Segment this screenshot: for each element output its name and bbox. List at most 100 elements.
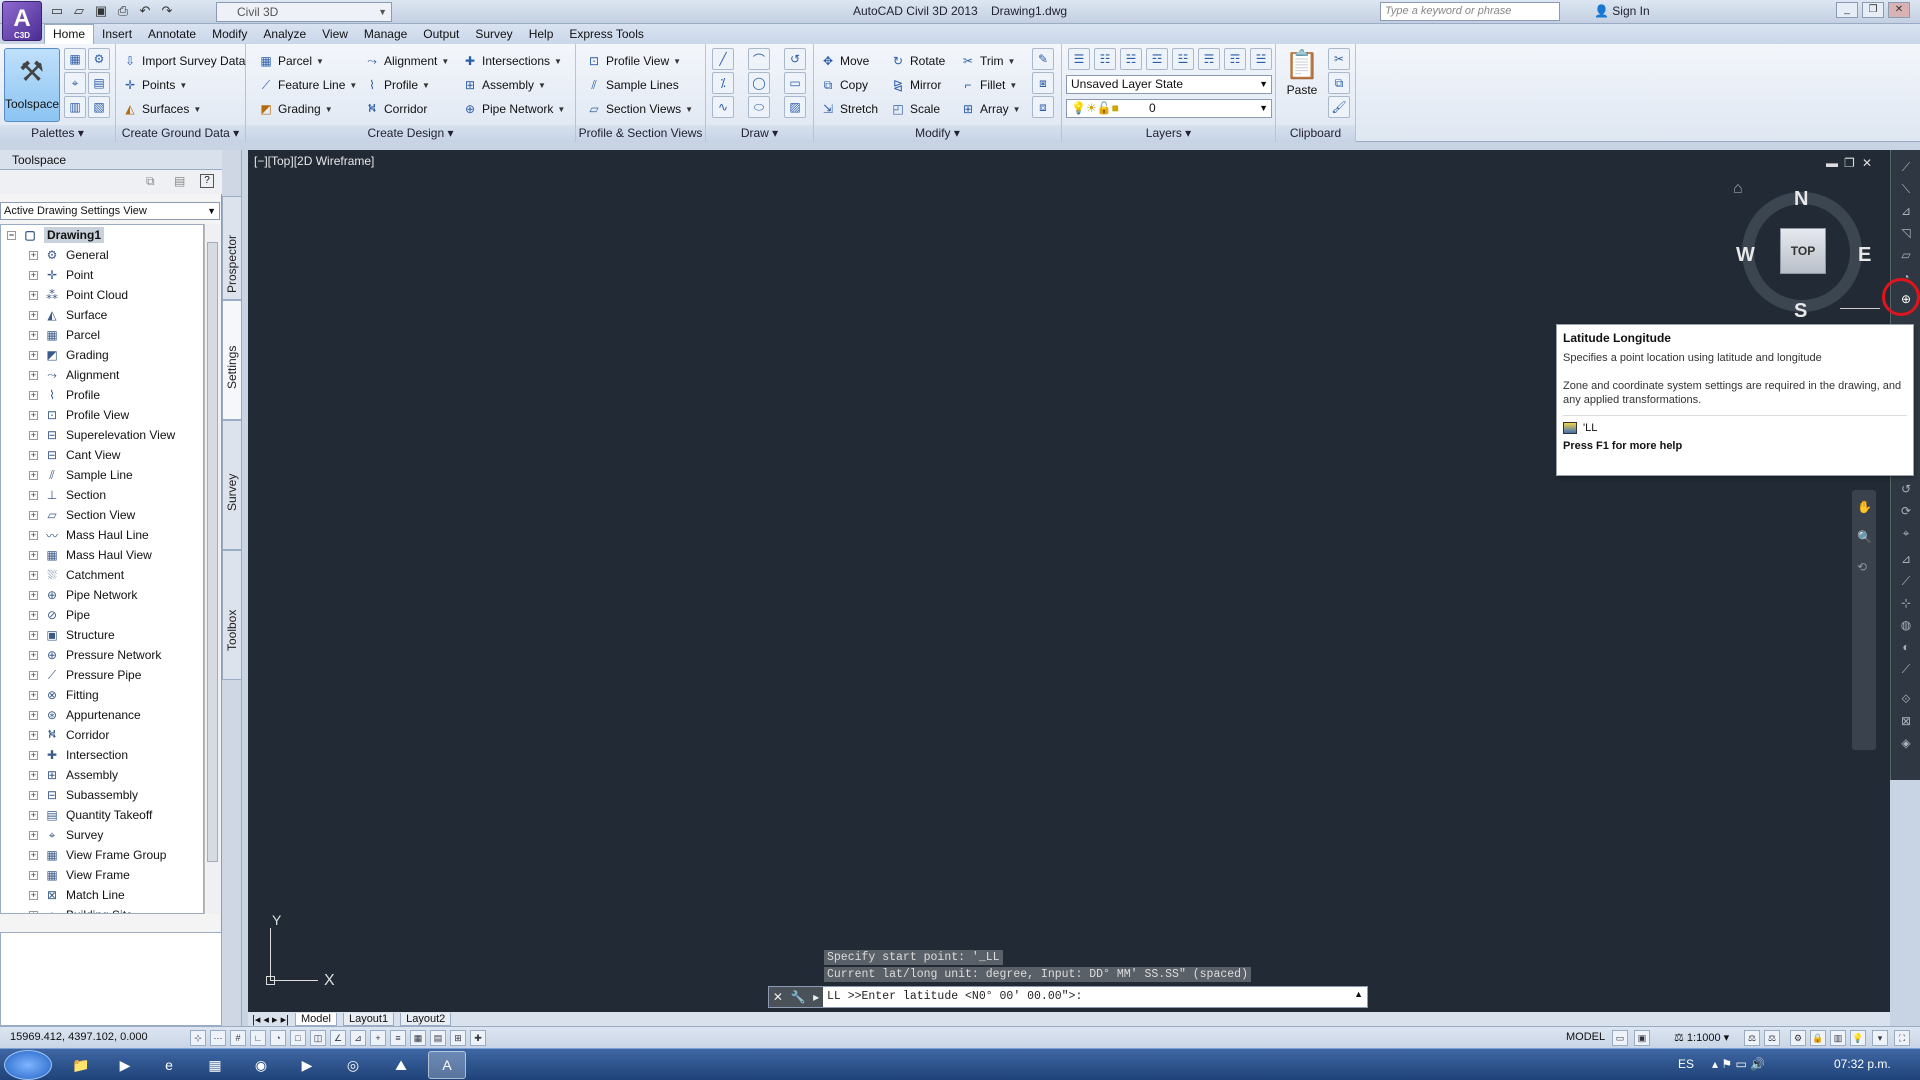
intersections-button[interactable]: ✚ Intersections ▼: [462, 50, 562, 72]
expand-icon[interactable]: +: [29, 370, 38, 380]
tab-toolbox[interactable]: Toolbox: [222, 550, 242, 680]
expand-icon[interactable]: +: [29, 670, 38, 680]
infer-constraints-icon[interactable]: ⊹: [190, 1030, 206, 1046]
app-icon[interactable]: ▶: [288, 1051, 326, 1079]
help-icon[interactable]: ?: [200, 174, 214, 188]
tree-item-quantity-takeoff[interactable]: + ▤ Quantity Takeoff: [29, 805, 152, 825]
offset-icon[interactable]: ⧈: [1032, 96, 1054, 118]
copy-button[interactable]: ⧉ Copy: [820, 74, 868, 96]
expand-icon[interactable]: +: [29, 430, 38, 440]
expand-icon[interactable]: +: [29, 790, 38, 800]
expand-icon[interactable]: +: [29, 630, 38, 640]
copy-clip-icon[interactable]: ⧉: [1328, 72, 1350, 94]
line-icon[interactable]: ╱: [712, 48, 734, 70]
orbit-icon[interactable]: ⟲: [1857, 560, 1867, 574]
3d-osnap-icon[interactable]: ◫: [310, 1030, 326, 1046]
ducs-icon[interactable]: ⊿: [350, 1030, 366, 1046]
geo-tool-icon[interactable]: ◐: [1897, 638, 1915, 656]
expand-icon[interactable]: +: [29, 530, 38, 540]
polyline-icon[interactable]: ⌒: [748, 48, 770, 70]
selection-cycling-icon[interactable]: ⊞: [450, 1030, 466, 1046]
assembly-button[interactable]: ⊞ Assembly ▼: [462, 74, 546, 96]
minimize-button[interactable]: _: [1836, 2, 1858, 18]
open-icon[interactable]: ▱: [70, 2, 88, 20]
app-icon[interactable]: ▦: [196, 1051, 234, 1079]
expand-icon[interactable]: +: [29, 550, 38, 560]
layer-match-icon[interactable]: ☷: [1094, 48, 1116, 70]
tree-item-pipe-network[interactable]: + ⊕ Pipe Network: [29, 585, 137, 605]
tab-layout1[interactable]: Layout1: [342, 1012, 395, 1026]
tray-icons[interactable]: ▴ ⚑ ▭ 🔊: [1712, 1057, 1765, 1071]
snap-icon[interactable]: ⋯: [210, 1030, 226, 1046]
match-properties-icon[interactable]: 🖌: [1328, 96, 1350, 118]
home-icon[interactable]: ⌂: [1733, 180, 1743, 198]
layers-title[interactable]: Layers ▾: [1062, 125, 1275, 142]
workspace-dropdown[interactable]: Civil 3D ▼: [216, 2, 392, 22]
prospector-icon[interactable]: ▦: [64, 48, 86, 70]
mirror-button[interactable]: ⧎ Mirror: [890, 74, 941, 96]
coordinates-readout[interactable]: 15969.412, 4397.102, 0.000: [10, 1031, 148, 1043]
autocad-taskbar-icon[interactable]: A: [428, 1051, 466, 1079]
feature-line-button[interactable]: ⟋ Feature Line ▼: [258, 74, 358, 96]
tree-item-intersection[interactable]: + ✚ Intersection: [29, 745, 128, 765]
chevron-up-icon[interactable]: ▲: [1354, 989, 1363, 999]
print-icon[interactable]: ⎙: [114, 2, 132, 20]
toolspace-button[interactable]: ⚒ Toolspace: [4, 48, 60, 122]
expand-icon[interactable]: +: [29, 850, 38, 860]
expand-icon[interactable]: +: [29, 590, 38, 600]
tree-item-view-frame[interactable]: + ▦ View Frame: [29, 865, 130, 885]
paste-button[interactable]: 📋 Paste: [1282, 48, 1322, 122]
annotation-visibility-icon[interactable]: ⚖: [1744, 1030, 1760, 1046]
expand-icon[interactable]: +: [29, 650, 38, 660]
dyn-icon[interactable]: +: [370, 1030, 386, 1046]
isolate-objects-icon[interactable]: 💡: [1850, 1030, 1866, 1046]
model-space-toggle[interactable]: MODEL: [1566, 1031, 1605, 1043]
expand-icon[interactable]: +: [29, 490, 38, 500]
expand-icon[interactable]: +: [29, 310, 38, 320]
layer-dropdown[interactable]: 💡☀🔓■ 0 ▼: [1066, 99, 1272, 118]
annotation-scale[interactable]: ⚖ 1:1000 ▾: [1674, 1031, 1729, 1044]
zoom-icon[interactable]: 🔍: [1857, 530, 1872, 544]
tab-view[interactable]: View: [314, 24, 356, 44]
tree-item-catchment[interactable]: + ⛆ Catchment: [29, 565, 124, 585]
tab-analyze[interactable]: Analyze: [255, 24, 314, 44]
close-button[interactable]: ✕: [1888, 2, 1910, 18]
status-menu-icon[interactable]: ▾: [1872, 1030, 1888, 1046]
circle-icon[interactable]: ◯: [748, 72, 770, 94]
tree-item-general[interactable]: + ⚙ General: [29, 245, 109, 265]
cut-icon[interactable]: ✂: [1328, 48, 1350, 70]
tab-home[interactable]: Home: [44, 24, 95, 44]
search-input[interactable]: Type a keyword or phrase: [1380, 2, 1560, 21]
geo-tool-icon[interactable]: ⟋: [1897, 572, 1915, 590]
expand-icon[interactable]: +: [29, 770, 38, 780]
expand-icon[interactable]: +: [29, 270, 38, 280]
expand-icon[interactable]: +: [29, 730, 38, 740]
tree-item-building-site[interactable]: + ⌂ Building Site: [29, 905, 133, 913]
geo-tool-icon[interactable]: ⟍: [1897, 180, 1915, 198]
expand-icon[interactable]: +: [29, 470, 38, 480]
layer-freeze-icon[interactable]: ☴: [1198, 48, 1220, 70]
tree-item-sample-line[interactable]: + ⫽ Sample Line: [29, 465, 133, 485]
erase-icon[interactable]: ✎: [1032, 48, 1054, 70]
settings-icon[interactable]: ⚙: [88, 48, 110, 70]
expand-icon[interactable]: +: [29, 750, 38, 760]
geo-tool-icon[interactable]: ↺: [1897, 480, 1915, 498]
osnap-icon[interactable]: □: [290, 1030, 306, 1046]
explode-icon[interactable]: ⧆: [1032, 72, 1054, 94]
layer-properties-icon[interactable]: ☰: [1068, 48, 1090, 70]
media-icon[interactable]: ▶: [106, 1051, 144, 1079]
tree-item-grading[interactable]: + ◩ Grading: [29, 345, 109, 365]
stretch-button[interactable]: ⇲ Stretch: [820, 98, 878, 120]
expand-icon[interactable]: ⧉: [146, 174, 155, 189]
transparency-icon[interactable]: ▦: [410, 1030, 426, 1046]
tree-item-cant-view[interactable]: + ⊟ Cant View: [29, 445, 120, 465]
restore-button[interactable]: ❐: [1862, 2, 1884, 18]
modify-title[interactable]: Modify ▾: [814, 125, 1061, 142]
layer-lock-icon[interactable]: ☱: [1250, 48, 1272, 70]
layer-state-dropdown[interactable]: Unsaved Layer State ▼: [1066, 75, 1272, 94]
polar-icon[interactable]: ◔: [270, 1030, 286, 1046]
compass-east[interactable]: E: [1858, 244, 1871, 267]
tree-item-superelevation-view[interactable]: + ⊟ Superelevation View: [29, 425, 175, 445]
auto-scale-icon[interactable]: ⚖: [1764, 1030, 1780, 1046]
collapse-icon[interactable]: −: [7, 230, 16, 240]
